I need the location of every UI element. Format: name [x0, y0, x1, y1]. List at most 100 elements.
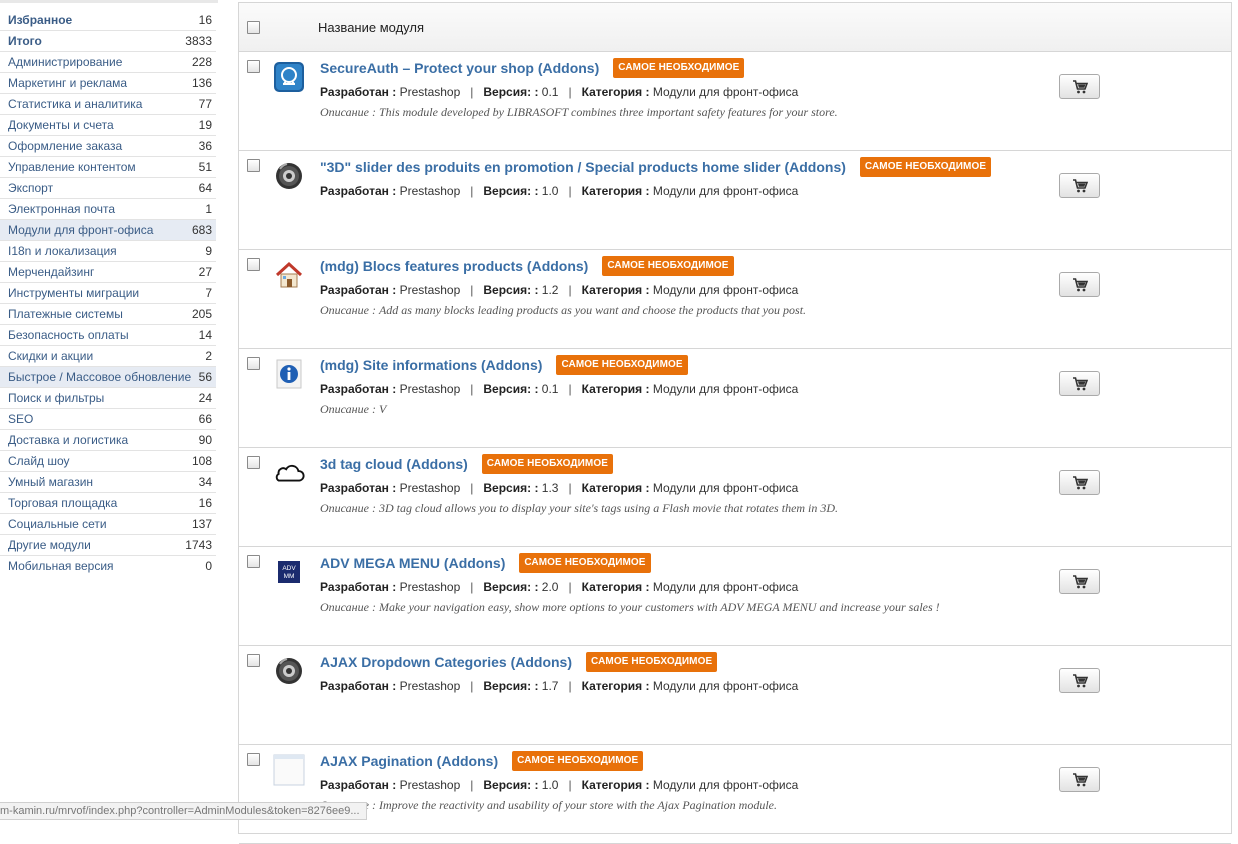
sidebar-item[interactable]: Другие модули 1743	[0, 535, 216, 556]
module-name-link[interactable]: AJAX Dropdown Categories (Addons)	[320, 654, 572, 670]
sidebar-item[interactable]: Умный магазин 34	[0, 472, 216, 493]
module-checkbox[interactable]	[247, 555, 260, 568]
must-have-badge: САМОЕ НЕОБХОДИМОЕ	[613, 58, 745, 78]
module-meta: Разработан : Prestashop | Версия: : 1.7 | Ка…	[320, 679, 798, 693]
info-icon	[273, 358, 305, 390]
sidebar-item-label: Управление контентом	[8, 160, 136, 174]
must-have-badge: САМОЕ НЕОБХОДИМОЕ	[556, 355, 688, 375]
module-checkbox[interactable]	[247, 654, 260, 667]
sidebar-item-label: SEO	[8, 412, 34, 426]
sidebar-item[interactable]: Избранное 16	[0, 10, 216, 31]
sidebar-item[interactable]: Торговая площадка 16	[0, 493, 216, 514]
add-to-cart-button[interactable]	[1059, 371, 1100, 396]
sidebar-item-count: 9	[205, 244, 212, 258]
add-to-cart-button[interactable]	[1059, 569, 1100, 594]
separator: |	[470, 481, 474, 495]
secureauth-icon	[273, 61, 305, 93]
sidebar-item[interactable]: Маркетинг и реклама 136	[0, 73, 216, 94]
module-meta: Разработан : Prestashop | Версия: : 0.1 | Ка…	[320, 85, 798, 99]
separator: |	[470, 679, 474, 693]
sidebar-item[interactable]: Поиск и фильтры 24	[0, 388, 216, 409]
module-row: SecureAuth – Protect your shop (Addons) С…	[239, 52, 1231, 151]
sidebar-item-label: Маркетинг и реклама	[8, 76, 128, 90]
sidebar-item[interactable]: Оформление заказа 36	[0, 136, 216, 157]
sidebar-item[interactable]: Мобильная версия 0	[0, 556, 216, 576]
sidebar-item[interactable]: Мерчендайзинг 27	[0, 262, 216, 283]
module-author: Prestashop	[399, 184, 461, 198]
sidebar-item[interactable]: Социальные сети 137	[0, 514, 216, 535]
module-version: 1.7	[541, 679, 559, 693]
sidebar-item[interactable]: Скидки и акции 2	[0, 346, 216, 367]
sidebar-item[interactable]: Статистика и аналитика 77	[0, 94, 216, 115]
sidebar-item[interactable]: I18n и локализация 9	[0, 241, 216, 262]
add-to-cart-button[interactable]	[1059, 173, 1100, 198]
sidebar-item[interactable]: Итого 3833	[0, 31, 216, 52]
sidebar-item[interactable]: Экспорт 64	[0, 178, 216, 199]
cart-icon	[1072, 475, 1088, 490]
category-label: Категория :	[581, 679, 650, 693]
adv-menu-icon: ADV MM	[273, 556, 305, 588]
sidebar-item[interactable]: Доставка и логистика 90	[0, 430, 216, 451]
module-checkbox[interactable]	[247, 258, 260, 271]
category-label: Категория :	[581, 778, 650, 792]
sidebar-item[interactable]: Электронная почта 1	[0, 199, 216, 220]
sidebar-item[interactable]: Документы и счета 19	[0, 115, 216, 136]
module-name-link[interactable]: 3d tag cloud (Addons)	[320, 456, 468, 472]
sidebar-item[interactable]: Слайд шоу 108	[0, 451, 216, 472]
sidebar-item-label: Быстрое / Массовое обновление	[8, 370, 192, 384]
separator: |	[568, 778, 572, 792]
sidebar-item[interactable]: SEO 66	[0, 409, 216, 430]
author-label: Разработан :	[320, 85, 397, 99]
module-checkbox[interactable]	[247, 753, 260, 766]
module-checkbox[interactable]	[247, 357, 260, 370]
sidebar-item[interactable]: Управление контентом 51	[0, 157, 216, 178]
category-label: Категория :	[581, 481, 650, 495]
module-description: Описание : V	[320, 402, 387, 416]
sidebar-item-count: 136	[191, 76, 212, 90]
sidebar-item[interactable]: Инструменты миграции 7	[0, 283, 216, 304]
add-to-cart-button[interactable]	[1059, 767, 1100, 792]
module-name-link[interactable]: ADV MEGA MENU (Addons)	[320, 555, 505, 571]
add-to-cart-button[interactable]	[1059, 74, 1100, 99]
add-to-cart-button[interactable]	[1059, 272, 1100, 297]
sidebar-top-bar	[0, 0, 218, 3]
module-checkbox[interactable]	[247, 60, 260, 73]
module-row: (mdg) Blocs features products (Addons) СА…	[239, 250, 1231, 349]
module-title: ADV MEGA MENU (Addons) САМОЕ НЕОБХОДИМОЕ	[320, 553, 651, 573]
module-row: "3D" slider des produits en promotion / …	[239, 151, 1231, 250]
module-category: Модули для фронт-офиса	[652, 85, 799, 99]
sidebar-item[interactable]: Безопасность оплаты 14	[0, 325, 216, 346]
module-title: (mdg) Site informations (Addons) САМОЕ НЕ…	[320, 355, 688, 375]
module-category: Модули для фронт-офиса	[652, 778, 799, 792]
module-name-link[interactable]: (mdg) Blocs features products (Addons)	[320, 258, 588, 274]
version-label: Версия: :	[483, 85, 539, 99]
cart-icon	[1072, 277, 1088, 292]
category-label: Категория :	[581, 580, 650, 594]
module-name-link[interactable]: SecureAuth – Protect your shop (Addons)	[320, 60, 599, 76]
svg-text:ADV: ADV	[282, 565, 296, 572]
sidebar-item[interactable]: Платежные системы 205	[0, 304, 216, 325]
separator: |	[568, 481, 572, 495]
version-label: Версия: :	[483, 382, 539, 396]
add-to-cart-button[interactable]	[1059, 668, 1100, 693]
must-have-badge: САМОЕ НЕОБХОДИМОЕ	[512, 751, 644, 771]
module-description: Описание : Add as many blocks leading pr…	[320, 303, 807, 317]
module-description: Описание : 3D tag cloud allows you to di…	[320, 501, 839, 515]
module-name-link[interactable]: "3D" slider des produits en promotion / …	[320, 159, 846, 175]
category-label: Категория :	[581, 184, 650, 198]
sidebar-item-count: 27	[198, 265, 212, 279]
sidebar-item-count: 24	[198, 391, 212, 405]
sidebar-item[interactable]: Модули для фронт-офиса 683	[0, 220, 216, 241]
module-name-link[interactable]: (mdg) Site informations (Addons)	[320, 357, 542, 373]
add-to-cart-button[interactable]	[1059, 470, 1100, 495]
sidebar-item[interactable]: Быстрое / Массовое обновление 56	[0, 367, 216, 388]
sidebar-item[interactable]: Администрирование 228	[0, 52, 216, 73]
module-checkbox[interactable]	[247, 159, 260, 172]
select-all-checkbox[interactable]	[247, 21, 260, 34]
version-label: Версия: :	[483, 481, 539, 495]
separator: |	[470, 382, 474, 396]
module-author: Prestashop	[399, 778, 461, 792]
module-checkbox[interactable]	[247, 456, 260, 469]
module-meta: Разработан : Prestashop | Версия: : 1.0 | Ка…	[320, 184, 798, 198]
module-name-link[interactable]: AJAX Pagination (Addons)	[320, 753, 498, 769]
